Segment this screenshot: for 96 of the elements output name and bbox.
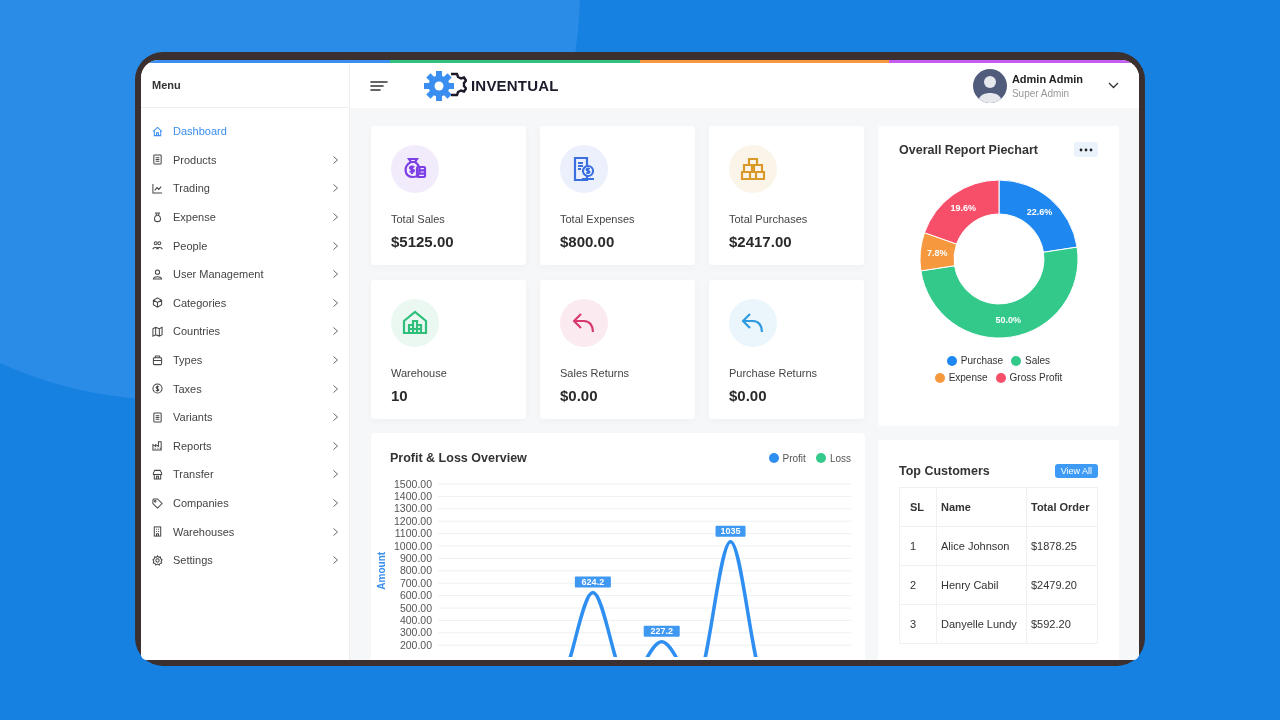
dollar-circle-icon [152, 383, 163, 395]
legend-item: Gross Profit [995, 372, 1063, 383]
table-cell: Henry Cabil [936, 565, 1027, 605]
more-button[interactable] [1074, 142, 1098, 157]
chart-icon [152, 183, 163, 194]
legend-item: Expense [934, 372, 988, 383]
axis-label: Amount [376, 551, 387, 590]
package-icon [152, 354, 163, 366]
logo-text: INVENTUAL [471, 77, 559, 94]
axis-tick-label: 900.00 [399, 551, 432, 564]
stat-value: $800.00 [560, 233, 616, 250]
document-icon [152, 154, 163, 166]
avatar-icon [972, 68, 1007, 103]
table-cell: 1 [899, 526, 937, 566]
value-label: 227.2 [643, 625, 680, 637]
sidebar-item[interactable]: Trading [141, 174, 349, 203]
table-cell: 3 [899, 604, 937, 644]
value-label: 624.2 [574, 576, 611, 588]
card-title: Top Customers [899, 464, 990, 478]
sidebar-item[interactable]: User Management [141, 259, 349, 289]
stat-label: Purchase Returns [729, 367, 819, 379]
column-header: Total Order [1026, 487, 1098, 527]
stat-value: $0.00 [729, 387, 768, 404]
stat-label: Warehouse [391, 367, 448, 379]
sidebar-item[interactable]: Warehouses [141, 517, 349, 546]
sidebar-item[interactable]: Products [141, 145, 349, 175]
sidebar-item[interactable]: Companies [141, 488, 349, 518]
axis-tick-label: 1300.00 [394, 502, 432, 515]
home-icon [152, 125, 163, 137]
sidebar-item[interactable]: Transfer [141, 460, 349, 489]
gear-icon [423, 69, 467, 102]
chart-title: Profit & Loss Overview [390, 451, 527, 465]
axis-tick-label: 1000.00 [394, 539, 432, 552]
table-cell: Alice Johnson [936, 526, 1027, 566]
axis-tick-label: 400.00 [399, 613, 432, 626]
axis-tick-label: 600.00 [399, 589, 432, 602]
table-cell: $1878.25 [1026, 526, 1098, 566]
settings-icon [152, 554, 163, 566]
stat-value: $0.00 [560, 387, 599, 404]
sidebar-item[interactable]: Variants [141, 402, 349, 432]
column-header: Name [936, 487, 1027, 527]
value-label: 1035 [715, 525, 746, 537]
store-icon [152, 468, 163, 480]
slice-label: 7.8% [926, 248, 948, 259]
column-header: SL [899, 487, 937, 527]
sidebar-item[interactable]: Categories [141, 288, 349, 318]
sidebar-item[interactable]: People [141, 231, 349, 260]
slice-label: 50.0% [995, 315, 1021, 326]
axis-tick-label: 300.00 [399, 626, 432, 639]
sidebar-item[interactable]: Types [141, 345, 349, 375]
table-cell: 2 [899, 565, 937, 605]
user-role: Super Admin [1011, 87, 1071, 99]
table-cell: $2479.20 [1026, 565, 1098, 605]
table-cell: Danyelle Lundy [936, 604, 1027, 644]
slice-label: 19.6% [949, 203, 976, 214]
chevron-down-icon[interactable] [1108, 82, 1119, 89]
stat-label: Total Purchases [729, 213, 809, 225]
legend-item: Purchase [946, 355, 1004, 366]
axis-tick-label: 1100.00 [394, 527, 432, 540]
sidebar-item[interactable]: Expense [141, 202, 349, 232]
sidebar-item[interactable]: Taxes [141, 374, 349, 403]
more-icon [1079, 147, 1093, 152]
axis-tick-label: 700.00 [399, 576, 432, 589]
axis-tick-label: 200.00 [399, 638, 432, 651]
chart-title: Overall Report Piechart [899, 142, 1038, 157]
slice-label: 22.6% [1026, 207, 1052, 217]
stat-label: Total Sales [391, 213, 446, 225]
stat-value: $5125.00 [391, 233, 455, 250]
factory-icon [152, 440, 163, 452]
legend-item: Loss [815, 452, 851, 464]
user-name: Admin Admin [1011, 72, 1083, 85]
legend-item: Profit [768, 452, 806, 464]
list-icon [152, 411, 163, 423]
axis-tick-label: 1400.00 [394, 489, 432, 502]
sidebar-item[interactable]: Countries [141, 317, 349, 346]
stat-value: $2417.00 [729, 233, 793, 250]
stat-label: Total Expenses [560, 213, 636, 225]
people-icon [152, 240, 163, 252]
legend-item: Sales [1011, 355, 1051, 366]
box-icon [152, 297, 163, 309]
axis-tick-label: 1500.00 [394, 477, 432, 490]
axis-tick-label: 800.00 [399, 564, 432, 577]
menu-title: Menu [141, 63, 349, 108]
sidebar-item[interactable]: Reports [141, 431, 349, 461]
sidebar-item[interactable]: Settings [141, 545, 349, 575]
user-icon [152, 268, 163, 280]
building-icon [152, 526, 163, 538]
table-cell: $592.20 [1026, 604, 1098, 644]
axis-tick-label: 500.00 [399, 601, 432, 614]
money-bag-icon [152, 211, 163, 223]
stat-value: 10 [391, 387, 409, 404]
map-icon [152, 325, 163, 337]
tag-icon [152, 497, 163, 509]
menu-icon[interactable] [370, 78, 388, 93]
axis-tick-label: 1200.00 [394, 514, 432, 527]
stat-label: Sales Returns [560, 367, 631, 379]
